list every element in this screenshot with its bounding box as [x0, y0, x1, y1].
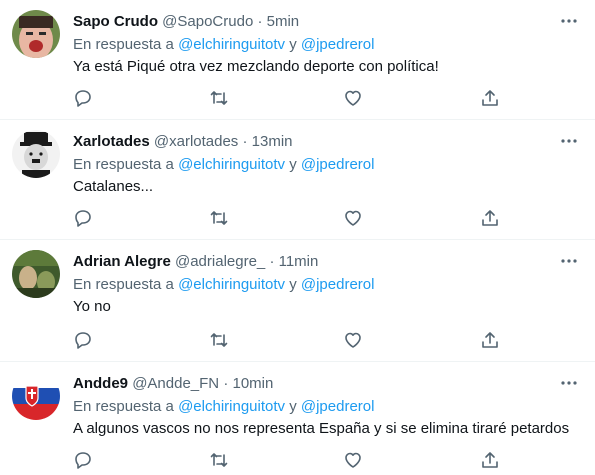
heart-icon[interactable]	[343, 330, 363, 350]
display-name[interactable]: Andde9	[73, 375, 128, 392]
timestamp[interactable]: 11min	[279, 253, 319, 270]
tweet-header: Sapo Crudo @SapoCrudo · 5min	[73, 12, 299, 32]
tweet-actions	[73, 88, 583, 108]
avatar[interactable]	[12, 130, 60, 178]
tweet-header: Xarlotades @xarlotades · 13min	[73, 132, 293, 152]
tweet-text: Ya está Piqué otra vez mezclando deporte…	[73, 58, 439, 75]
share-icon[interactable]	[480, 88, 500, 108]
reply-conjunction: y	[289, 36, 297, 53]
tweet-text: Catalanes...	[73, 178, 154, 195]
reply-context: En respuesta a @elchiringuitotv y @jpedr…	[73, 397, 374, 417]
user-handle[interactable]: @adrialegre_	[175, 253, 265, 270]
reply-icon[interactable]	[73, 330, 93, 350]
avatar[interactable]	[12, 250, 60, 298]
heart-icon[interactable]	[343, 450, 363, 470]
separator-dot: ·	[257, 13, 263, 30]
reply-context: En respuesta a @elchiringuitotv y @jpedr…	[73, 35, 374, 55]
tweet-text: A algunos vascos no nos representa Españ…	[73, 420, 570, 437]
display-name[interactable]: Adrian Alegre	[73, 253, 171, 270]
more-options-icon[interactable]	[559, 132, 579, 150]
tweet-actions	[73, 450, 583, 470]
display-name[interactable]: Xarlotades	[73, 133, 150, 150]
heart-icon[interactable]	[343, 208, 363, 228]
share-icon[interactable]	[480, 330, 500, 350]
user-handle[interactable]: @xarlotades	[154, 133, 238, 150]
heart-icon[interactable]	[343, 88, 363, 108]
mention-link[interactable]: @jpedrerol	[301, 276, 375, 293]
reply-prefix: En respuesta a	[73, 276, 174, 293]
more-options-icon[interactable]	[559, 252, 579, 270]
timestamp[interactable]: 5min	[267, 13, 300, 30]
mention-link[interactable]: @elchiringuitotv	[178, 276, 285, 293]
share-icon[interactable]	[480, 208, 500, 228]
tweet-header: Andde9 @Andde_FN · 10min	[73, 374, 273, 394]
reply-prefix: En respuesta a	[73, 36, 174, 53]
timestamp[interactable]: 13min	[252, 133, 293, 150]
retweet-icon[interactable]	[209, 330, 229, 350]
retweet-icon[interactable]	[209, 88, 229, 108]
reply-prefix: En respuesta a	[73, 398, 174, 415]
reply-icon[interactable]	[73, 88, 93, 108]
tweet[interactable]: Andde9 @Andde_FN · 10min En respuesta a …	[0, 362, 595, 475]
tweet-text: Yo no	[73, 298, 111, 315]
mention-link[interactable]: @jpedrerol	[301, 398, 375, 415]
separator-dot: ·	[242, 133, 248, 150]
reply-context: En respuesta a @elchiringuitotv y @jpedr…	[73, 275, 374, 295]
tweet[interactable]: Xarlotades @xarlotades · 13min En respue…	[0, 120, 595, 240]
avatar[interactable]	[12, 10, 60, 58]
tweet[interactable]: Sapo Crudo @SapoCrudo · 5min En respuest…	[0, 0, 595, 120]
mention-link[interactable]: @jpedrerol	[301, 36, 375, 53]
tweet-actions	[73, 208, 583, 228]
timestamp[interactable]: 10min	[232, 375, 273, 392]
avatar[interactable]	[12, 372, 60, 420]
retweet-icon[interactable]	[209, 450, 229, 470]
mention-link[interactable]: @jpedrerol	[301, 156, 375, 173]
separator-dot: ·	[269, 253, 275, 270]
reply-context: En respuesta a @elchiringuitotv y @jpedr…	[73, 155, 374, 175]
mention-link[interactable]: @elchiringuitotv	[178, 398, 285, 415]
reply-icon[interactable]	[73, 450, 93, 470]
reply-prefix: En respuesta a	[73, 156, 174, 173]
mention-link[interactable]: @elchiringuitotv	[178, 36, 285, 53]
user-handle[interactable]: @Andde_FN	[132, 375, 219, 392]
display-name[interactable]: Sapo Crudo	[73, 13, 158, 30]
separator-dot: ·	[223, 375, 229, 392]
tweet[interactable]: Adrian Alegre @adrialegre_ · 11min En re…	[0, 240, 595, 362]
more-options-icon[interactable]	[559, 374, 579, 392]
reply-conjunction: y	[289, 156, 297, 173]
user-handle[interactable]: @SapoCrudo	[162, 13, 253, 30]
tweet-actions	[73, 330, 583, 350]
mention-link[interactable]: @elchiringuitotv	[178, 156, 285, 173]
reply-icon[interactable]	[73, 208, 93, 228]
share-icon[interactable]	[480, 450, 500, 470]
more-options-icon[interactable]	[559, 12, 579, 30]
retweet-icon[interactable]	[209, 208, 229, 228]
reply-conjunction: y	[289, 276, 297, 293]
reply-conjunction: y	[289, 398, 297, 415]
tweet-header: Adrian Alegre @adrialegre_ · 11min	[73, 252, 318, 272]
